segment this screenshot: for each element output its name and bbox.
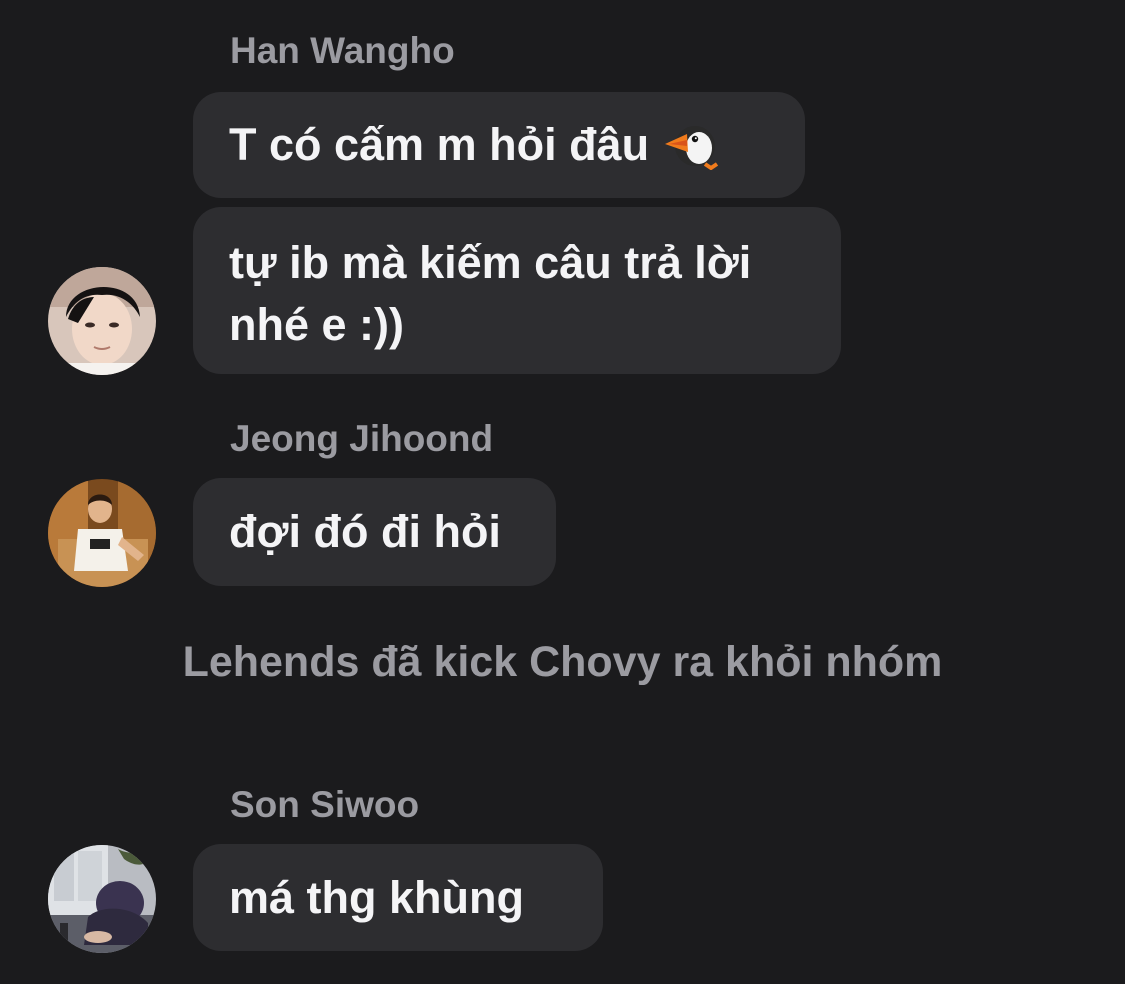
message-bubble[interactable]: đợi đó đi hỏi: [193, 478, 556, 586]
sender-name: Jeong Jihoond: [230, 418, 494, 459]
avatar[interactable]: [48, 845, 156, 953]
avatar-son-siwoo-icon: [48, 845, 156, 953]
message-text: má thg khùng: [229, 871, 524, 923]
avatar[interactable]: [48, 267, 156, 375]
message-text: đợi đó đi hỏi: [229, 506, 501, 557]
puffin-emoji-icon: [661, 120, 721, 171]
message-bubble[interactable]: tự ib mà kiếm câu trả lời nhé e :)): [193, 207, 841, 374]
message-text-line: nhé e :)): [229, 299, 404, 350]
message-text: T có cấm m hỏi đâu: [229, 119, 650, 170]
avatar-jeong-jihoond-icon: [48, 479, 156, 587]
message-bubble[interactable]: T có cấm m hỏi đâu: [193, 92, 805, 198]
system-notice: Lehends đã kick Chovy ra khỏi nhóm: [182, 638, 943, 686]
message-bubble[interactable]: má thg khùng: [193, 844, 603, 951]
sender-name: Han Wangho: [230, 30, 455, 71]
avatar[interactable]: [48, 479, 156, 587]
avatar-han-wangho-icon: [48, 267, 156, 375]
sender-name: Son Siwoo: [230, 784, 420, 825]
message-text-line: tự ib mà kiếm câu trả lời: [229, 237, 752, 288]
